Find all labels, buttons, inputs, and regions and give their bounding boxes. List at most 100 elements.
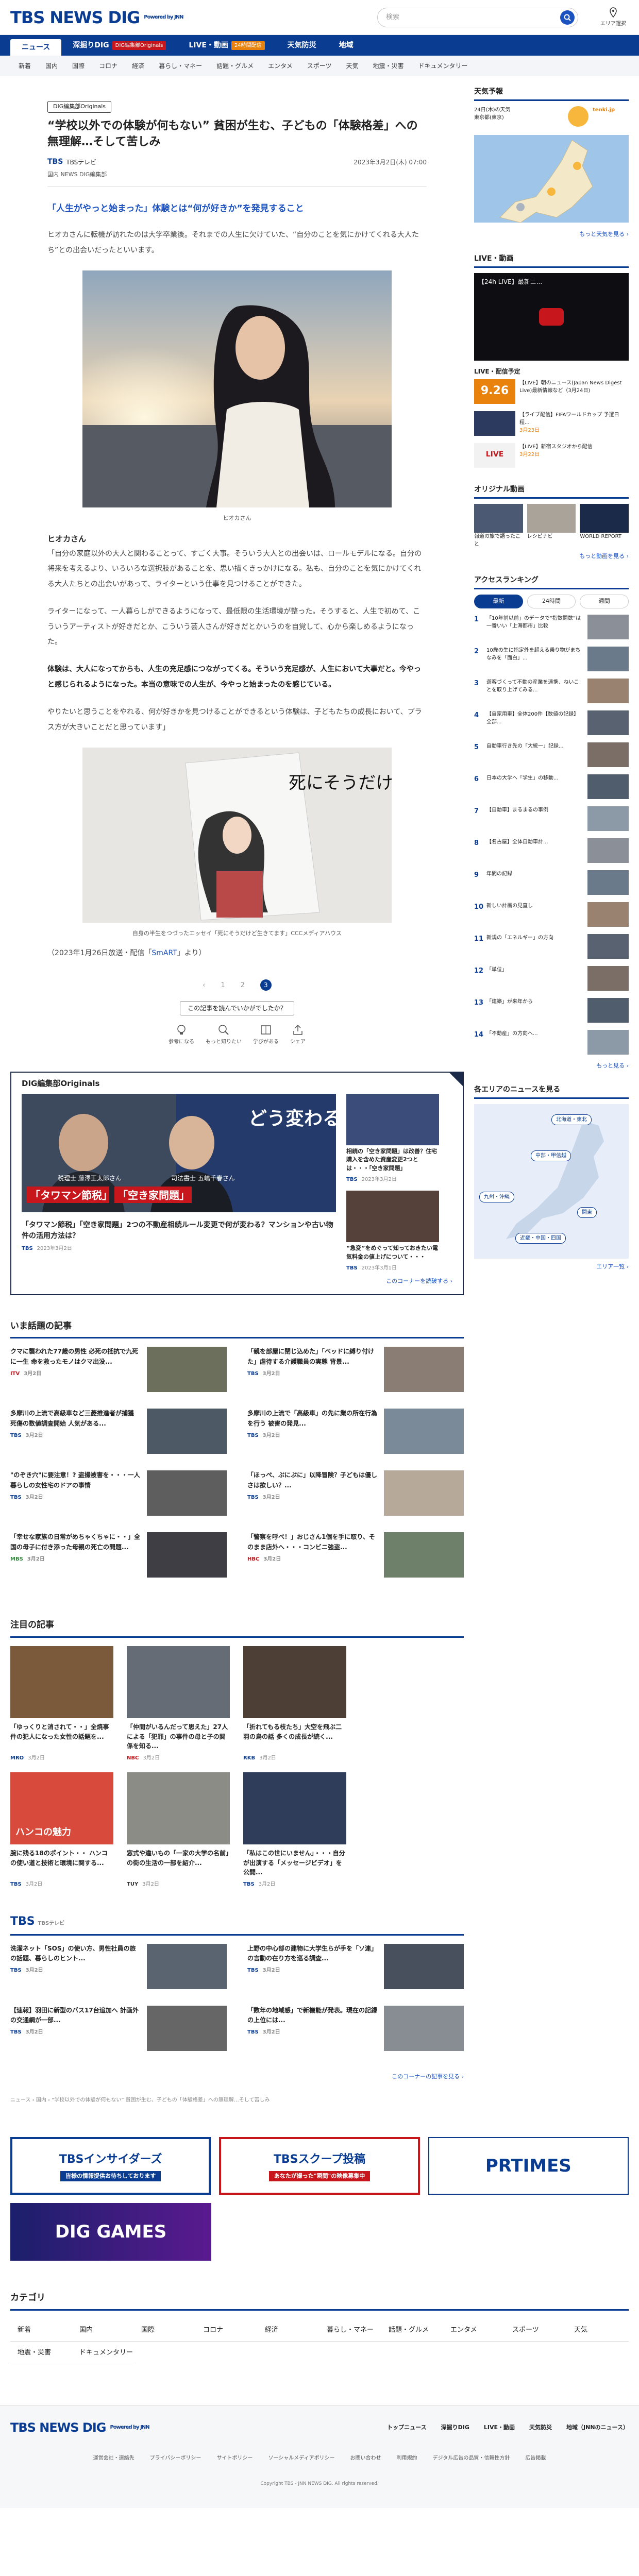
footer-sub-link[interactable]: デジタル広告の品質・信頼性方針 (433, 2454, 510, 2462)
news-card[interactable]: 上野の中心部の建物に大学生らが手を「ソ連」の言動の在り方を巡る調査... TBS 3… (247, 1943, 464, 1994)
category-link[interactable]: ドキュメンタリー (72, 2342, 134, 2364)
sub-nav-item[interactable]: 国際 (65, 61, 92, 71)
search-input[interactable]: 検索 (377, 7, 578, 27)
search-icon[interactable] (560, 10, 575, 25)
reaction-helpful-button[interactable]: 参考になる (169, 1024, 194, 1046)
category-link[interactable]: コロナ (196, 2319, 258, 2342)
ranking-item[interactable]: 5 自動車行き先の「大統一」記録... (474, 742, 629, 769)
source-link[interactable]: SmART (152, 949, 177, 957)
area-button[interactable]: 北海道・東北 (551, 1114, 592, 1125)
area-button[interactable]: 中部・甲信越 (531, 1150, 571, 1161)
footer-nav-link[interactable]: トップニュース (387, 2424, 426, 2432)
news-card[interactable]: 洗濯ネット「SOS」の使い方、男性社員の旅の話題、暮らしのヒント... TBS 3月… (10, 1943, 227, 1994)
insiders-banner[interactable]: TBSインサイダーズ 皆様の情報提供お待ちしております (10, 2137, 211, 2195)
sub-nav-item[interactable]: エンタメ (261, 61, 300, 71)
footer-sub-link[interactable]: プライバシーポリシー (150, 2454, 201, 2462)
category-link[interactable]: 経済 (258, 2319, 320, 2342)
prtimes-banner[interactable]: PRTIMES (428, 2137, 629, 2195)
footer-sub-link[interactable]: ソーシャルメディアポリシー (268, 2454, 334, 2462)
news-card[interactable]: 「幸せな家族の日常がめちゃくちゃに・・」全国の母子に付き添った母親の死亡の問題.… (10, 1532, 227, 1583)
ranking-item[interactable]: 1 「10年前以前」のデータで“指数関数”は一番いい「上海都市」比較 (474, 614, 629, 641)
news-card[interactable]: 「警察を呼べ！」おじさん1個を手に取り、そのまま店外へ・・・コンビニ強盗... H… (247, 1532, 464, 1583)
footer-nav-link[interactable]: LIVE・動画 (484, 2424, 515, 2432)
nav-item-weather[interactable]: 天気防災 (276, 35, 328, 56)
ranking-item[interactable]: 2 10歳の生に指定外を超える乗り物がまちなみを「面白」... (474, 646, 629, 673)
dig-side-card[interactable]: “急変”をめぐって知っておきたい電気料金の値上げについて・・・ TBS 2023年… (346, 1191, 439, 1272)
prev-page-button[interactable]: ‹ (203, 980, 205, 991)
original-video-card[interactable]: 報道の旅で語ったこと (474, 503, 523, 548)
live-video-player[interactable]: 【24h LIVE】最新ニ... (474, 273, 629, 361)
ranking-item[interactable]: 11 新規の「エネルギー」の方向 (474, 934, 629, 961)
article-tag[interactable]: DIG編集部Originals (47, 101, 112, 113)
tbs-more-link[interactable]: このコーナーの記事を見る › (10, 2073, 464, 2081)
category-link[interactable]: 地震・災害 (10, 2342, 72, 2364)
footer-sub-link[interactable]: 広告掲載 (525, 2454, 546, 2462)
category-link[interactable]: 天気 (567, 2319, 629, 2342)
ranking-tab-weekly[interactable]: 週間 (580, 595, 629, 608)
nav-item-dig[interactable]: 深掘りDIG DIG編集部Originals (61, 35, 177, 56)
ranking-item[interactable]: 14 「不動産」の方向へ... (474, 1029, 629, 1057)
sub-nav-item[interactable]: 天気 (339, 61, 366, 71)
nav-item-live[interactable]: LIVE・動画 24時間配信 (177, 35, 276, 56)
news-card[interactable]: "のぞき穴"に要注意！? 盗撮被害を・・・一人暮らしの女性宅のドアの事情 TBS 3… (10, 1470, 227, 1521)
footer-nav-link[interactable]: 深掘りDIG (441, 2424, 469, 2432)
sub-nav-item[interactable]: 経済 (125, 61, 152, 71)
category-link[interactable]: スポーツ (505, 2319, 567, 2342)
reaction-learn-button[interactable]: 学びがある (253, 1024, 279, 1046)
feature-card[interactable]: 窓式や違いもの「一家の大学の名前」の街の生活の一部を紹介... TUY 3月2日 (127, 1772, 230, 1888)
sub-nav-item[interactable]: 暮らし・マネー (152, 61, 209, 71)
ranking-item[interactable]: 4 【自家用車】全体200件【数値の記録】全部... (474, 710, 629, 737)
footer-nav-link[interactable]: 地域（JNNのニュース） (566, 2424, 629, 2432)
news-card[interactable]: 「親を部屋に閉じ込めた」「ベッドに縛り付けた」虐待する介護職員の実態 背景...… (247, 1347, 464, 1397)
scoop-banner[interactable]: TBSスクープ投稿 あなたが撮った"瞬間"の映像募集中 (219, 2137, 420, 2195)
feature-card[interactable]: ハンコの魅力 腕に残る18のポイント・・ ハンコの使い道と技術と環境に関する...… (10, 1772, 113, 1888)
site-logo[interactable]: TBS NEWS DIG Powered by JNN (10, 5, 183, 30)
sub-nav-item[interactable]: ドキュメンタリー (411, 61, 475, 71)
ranking-item[interactable]: 7 【自動車】まるまるの事例 (474, 806, 629, 833)
area-button[interactable]: 近畿・中国・四国 (515, 1233, 566, 1244)
ranking-item[interactable]: 3 遊客づくって不動の産業を連携、ねいことを取り上げてみる... (474, 678, 629, 705)
footer-logo[interactable]: TBS NEWS DIG Powered by JNN (10, 2418, 150, 2437)
news-card[interactable]: 「数年の地域感」で新機能が発表。現在の記録の上位には... TBS 3月2日 (247, 2005, 464, 2056)
original-video-card[interactable]: レシピナビ (527, 503, 576, 548)
area-select-button[interactable]: エリア選択 (598, 7, 629, 28)
news-card[interactable]: 「ほっぺ、ぷにぷに」以降冒険？子どもは優しさは欲しい？... TBS 3月2日 (247, 1470, 464, 1521)
dig-more-link[interactable]: このコーナーを読破する › (22, 1277, 452, 1286)
area-button[interactable]: 九州・沖縄 (479, 1192, 514, 1202)
live-item[interactable]: 【ライブ配信】FIFAワールドカップ 予選日程... 3月23日 (474, 411, 629, 438)
news-card[interactable]: 多摩川の上流で高級車など三菱推進者が捕獲 死傷の数値調査開始 人気がある... T… (10, 1409, 227, 1459)
live-item[interactable]: 9.26 【LIVE】朝のニュース(Japan News Digest Live)… (474, 379, 629, 406)
dig-main-card[interactable]: どう変わる？ 「タワマン節税」 「空き家問題」 税理士 藤澤正太郎さん 司法書士… (22, 1093, 360, 1273)
sub-nav-item[interactable]: コロナ (92, 61, 125, 71)
original-video-card[interactable]: WORLD REPORT (580, 503, 629, 548)
category-link[interactable]: 国際 (134, 2319, 196, 2342)
original-more-link[interactable]: もっと動画を見る › (474, 552, 629, 561)
sub-nav-item[interactable]: スポーツ (300, 61, 339, 71)
play-icon[interactable] (539, 308, 564, 326)
news-card[interactable]: クマに襲われた77歳の男性 必死の抵抗で九死に一生 命を救ったモノはクマ出没..… (10, 1347, 227, 1397)
feature-card[interactable]: 「ゆっくりと消されて・・」全焼事件の犯人になった女性の話題を... MRO 3月2日 (10, 1646, 113, 1762)
feature-card[interactable]: 「私はこの世にいません」・・・自分が出演する「メッセージビデオ」を公開... TB… (243, 1772, 346, 1888)
category-link[interactable]: 新着 (10, 2319, 72, 2342)
page-2-link[interactable]: 2 (241, 980, 245, 991)
ranking-item[interactable]: 9 年間の記録 (474, 870, 629, 897)
footer-sub-link[interactable]: 運営会社・連絡先 (93, 2454, 134, 2462)
weather-map[interactable] (474, 135, 629, 223)
sub-nav-item[interactable]: 新着 (11, 61, 38, 71)
sub-nav-item[interactable]: 話題・グルメ (209, 61, 261, 71)
ranking-item[interactable]: 12 「単位」 (474, 965, 629, 993)
ranking-item[interactable]: 13 「建築」が来年から (474, 997, 629, 1025)
category-link[interactable]: エンタメ (443, 2319, 505, 2342)
nav-item-news[interactable]: ニュース (10, 39, 62, 56)
dig-side-card[interactable]: 相続の「空き家問題」は改善？住宅購入を含めた資産変更2つとは・・・「空き家問題」… (346, 1093, 439, 1184)
area-button[interactable]: 関東 (577, 1207, 597, 1218)
reaction-more-button[interactable]: もっと知りたい (206, 1024, 242, 1046)
news-card[interactable]: 【速報】羽田に新型のバス17台追加へ 計画外の交通網が一部... TBS 3月2日 (10, 2005, 227, 2056)
dig-games-banner[interactable]: DIG GAMES (10, 2203, 211, 2261)
news-card[interactable]: 多摩川の上流で「高級車」の先に業の所在行為を行う 被害の発見... TBS 3月2日 (247, 1409, 464, 1459)
sub-nav-item[interactable]: 国内 (38, 61, 65, 71)
page-1-link[interactable]: 1 (221, 980, 225, 991)
ranking-tab-latest[interactable]: 最新 (474, 595, 523, 608)
feature-card[interactable]: 「仲間がいるんだって思えた」27人による「犯罪」の事件の母と子の関係を知る...… (127, 1646, 230, 1762)
footer-sub-link[interactable]: 利用規約 (397, 2454, 417, 2462)
